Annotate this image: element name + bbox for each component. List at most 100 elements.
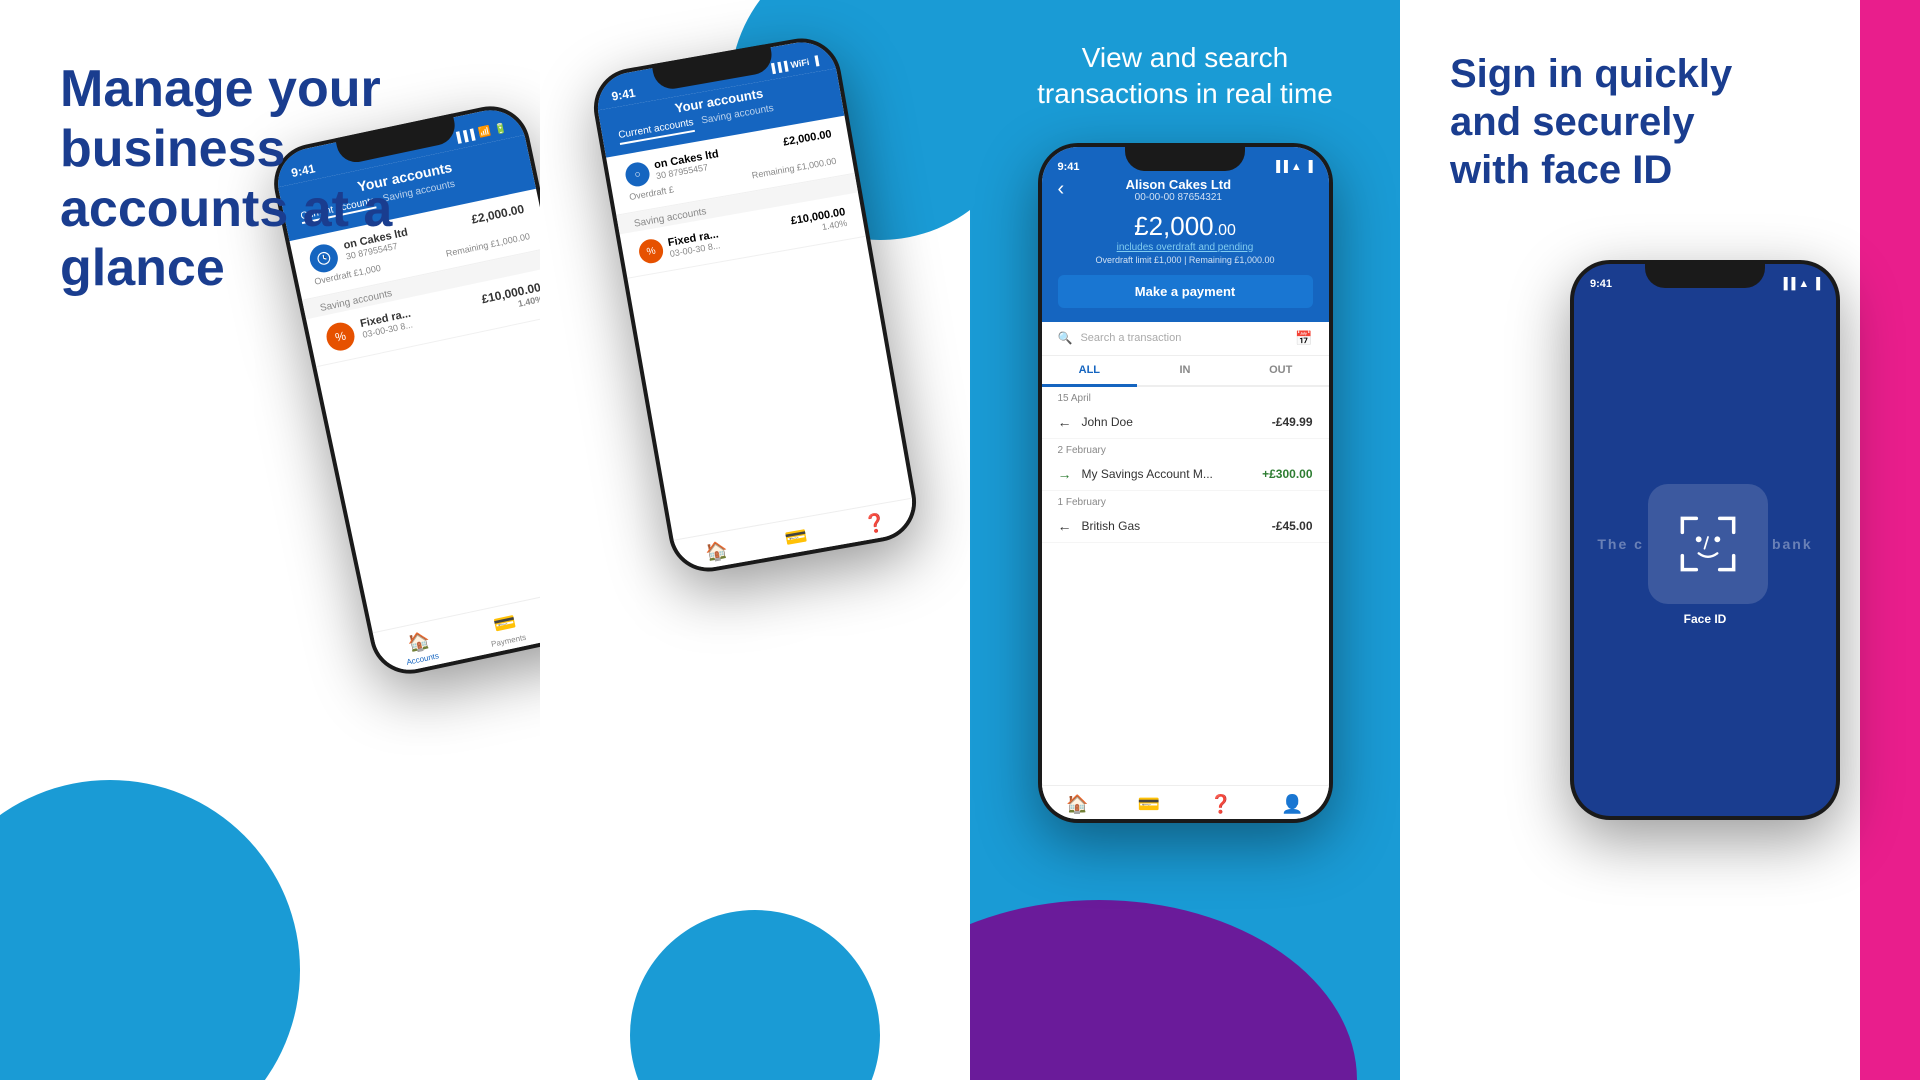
panel-4-title: Sign in quickly and securely with face I… — [1450, 50, 1750, 194]
nav-2-help[interactable]: ❓ — [863, 512, 889, 537]
transaction-item-3[interactable]: ← British Gas -£45.00 — [1042, 510, 1329, 543]
phone-notch-3 — [1125, 143, 1245, 171]
s3-top-row: ‹ Alison Cakes Ltd 00-00-00 87654321 — [1058, 177, 1313, 203]
nav-3-help[interactable]: ❓ — [1210, 794, 1232, 815]
home-icon: 🏠 — [406, 630, 432, 655]
panel-1: Manage your business accounts at a glanc… — [0, 0, 540, 1080]
nav-3-profile[interactable]: 👤 — [1281, 794, 1303, 815]
nav-payments[interactable]: 💳 Payments — [486, 610, 527, 649]
tx-arrow-in-1: → — [1058, 466, 1072, 482]
face-id-label: Face ID — [1684, 612, 1727, 626]
tx-arrow-out-1: ← — [1058, 414, 1072, 430]
phone-screen-3: 9:41 ▐▐ ▲ ▐ ‹ Alison Cakes Ltd 00-00-00 … — [1042, 147, 1329, 819]
wifi-4: ▲ — [1798, 278, 1809, 290]
nav-2-accounts[interactable]: 🏠 — [704, 540, 730, 565]
s3-search-row: 🔍 Search a transaction 📅 — [1042, 322, 1329, 356]
transaction-tabs: ALL IN OUT — [1042, 356, 1329, 387]
s3-account-info: Alison Cakes Ltd 00-00-00 87654321 — [1072, 177, 1284, 203]
date-label-1: 15 April — [1042, 387, 1329, 406]
tx-name-1: John Doe — [1082, 415, 1262, 429]
tx-name-2: My Savings Account M... — [1082, 467, 1253, 481]
tab-all[interactable]: ALL — [1042, 356, 1138, 387]
search-icon-3: 🔍 — [1058, 331, 1073, 345]
nav-2-payments[interactable]: 💳 — [783, 526, 809, 551]
bottom-nav-3: 🏠 💳 ❓ 👤 — [1042, 785, 1329, 819]
signal-2: ▐▐▐ — [768, 61, 789, 74]
status-time-4: 9:41 — [1590, 278, 1612, 290]
panel-3: View and search transactions in real tim… — [970, 0, 1400, 1080]
panel-2: 9:41 ▐▐▐ WiFi ▐ Your accounts Current ac… — [540, 0, 970, 1080]
nav-accounts[interactable]: 🏠 Accounts — [401, 629, 440, 667]
status-time-2: 9:41 — [610, 86, 636, 104]
tx-amount-2: +£300.00 — [1262, 467, 1312, 481]
status-icons-4: ▐▐ ▲ ▐ — [1780, 278, 1820, 290]
s3-balance: £2,000.00 — [1058, 211, 1313, 242]
search-placeholder-3[interactable]: Search a transaction — [1080, 332, 1287, 344]
panel-3-title: View and search transactions in real tim… — [1010, 40, 1360, 113]
phone-screen-4: 9:41 ▐▐ ▲ ▐ The c — [1574, 264, 1836, 816]
screen-4-content: The c — [1574, 294, 1836, 816]
pink-accent — [1860, 0, 1920, 1080]
s3-balance-section: £2,000.00 includes overdraft and pending… — [1058, 211, 1313, 265]
panel-3-header: View and search transactions in real tim… — [970, 0, 1400, 133]
account-balance-2: £2,000.00 — [782, 128, 832, 148]
account-icon-2: ○ — [624, 161, 652, 189]
battery-2: ▐ — [811, 55, 819, 66]
calendar-icon-3[interactable]: 📅 — [1295, 330, 1312, 347]
transactions-list: 15 April ← John Doe -£49.99 2 February →… — [1042, 387, 1329, 785]
screen-4-bank-text: The c — [1597, 484, 1812, 604]
tx-amount-3: -£45.00 — [1272, 519, 1313, 533]
phone-notch-4 — [1645, 260, 1765, 288]
phone-2-container: 9:41 ▐▐▐ WiFi ▐ Your accounts Current ac… — [630, 50, 880, 560]
face-id-icon — [1673, 509, 1743, 579]
signal-4: ▐▐ — [1780, 278, 1796, 290]
nav-3-payments[interactable]: 💳 — [1138, 794, 1160, 815]
date-label-3: 1 February — [1042, 491, 1329, 510]
help-icon-2: ❓ — [863, 512, 889, 537]
status-icons-3: ▐▐ ▲ ▐ — [1272, 161, 1312, 173]
nav-3-home[interactable]: 🏠 — [1066, 794, 1088, 815]
battery-3: ▐ — [1305, 161, 1313, 173]
phone-screen-2: 9:41 ▐▐▐ WiFi ▐ Your accounts Current ac… — [592, 37, 917, 573]
screen-3-acct-header: ‹ Alison Cakes Ltd 00-00-00 87654321 £2,… — [1042, 173, 1329, 322]
status-time-3: 9:41 — [1058, 161, 1080, 173]
tab-out[interactable]: OUT — [1233, 356, 1329, 385]
make-payment-button[interactable]: Make a payment — [1058, 275, 1313, 308]
home-icon-2: 🏠 — [704, 540, 730, 565]
tab-in[interactable]: IN — [1137, 356, 1233, 385]
saving-balance-2: £10,000.00 1.40% — [790, 206, 848, 237]
blue-blob-bottom — [630, 910, 880, 1080]
phone-mockup-2: 9:41 ▐▐▐ WiFi ▐ Your accounts Current ac… — [588, 32, 923, 578]
tx-arrow-out-2: ← — [1058, 518, 1072, 534]
bottom-nav-2: 🏠 💳 ❓ — [674, 498, 918, 574]
signal-3: ▐▐ — [1272, 161, 1288, 173]
tx-amount-1: -£49.99 — [1272, 415, 1313, 429]
payment-icon: 💳 — [492, 612, 518, 637]
battery-4: ▐ — [1812, 278, 1820, 290]
panel-4: Sign in quickly and securely with face I… — [1400, 0, 1920, 1080]
bottom-nav-1: 🏠 Accounts 💳 Payments ❓ Help — [373, 580, 540, 676]
wifi-2: WiFi — [790, 57, 810, 70]
back-button-3[interactable]: ‹ — [1058, 178, 1065, 201]
wifi-3: ▲ — [1291, 161, 1302, 173]
battery-icon: 🔋 — [493, 122, 507, 135]
phone-4-container: 9:41 ▐▐ ▲ ▐ The c — [1570, 260, 1840, 820]
transaction-item-2[interactable]: → My Savings Account M... +£300.00 — [1042, 458, 1329, 491]
date-label-2: 2 February — [1042, 439, 1329, 458]
tx-name-3: British Gas — [1082, 519, 1262, 533]
payment-icon-2: 💳 — [783, 526, 809, 551]
phone-3-container: 9:41 ▐▐ ▲ ▐ ‹ Alison Cakes Ltd 00-00-00 … — [970, 133, 1400, 833]
s3-account-name: Alison Cakes Ltd — [1072, 177, 1284, 192]
saving-detail-2: Fixed ra... 03-00-30 8... — [667, 217, 788, 259]
saving-icon-2: % — [637, 237, 665, 265]
account-icon-saving: % — [324, 320, 357, 353]
blue-circle-decoration — [0, 780, 300, 1080]
phone-mockup-3: 9:41 ▐▐ ▲ ▐ ‹ Alison Cakes Ltd 00-00-00 … — [1038, 143, 1333, 823]
face-id-box[interactable] — [1648, 484, 1768, 604]
s3-balance-sub: includes overdraft and pending — [1058, 242, 1313, 253]
s3-overdraft-info: Overdraft limit £1,000 | Remaining £1,00… — [1058, 255, 1313, 265]
transaction-item-1[interactable]: ← John Doe -£49.99 — [1042, 406, 1329, 439]
s3-account-num: 00-00-00 87654321 — [1072, 192, 1284, 203]
status-icons-2: ▐▐▐ WiFi ▐ — [768, 55, 819, 74]
panel-1-title: Manage your business accounts at a glanc… — [60, 60, 490, 299]
